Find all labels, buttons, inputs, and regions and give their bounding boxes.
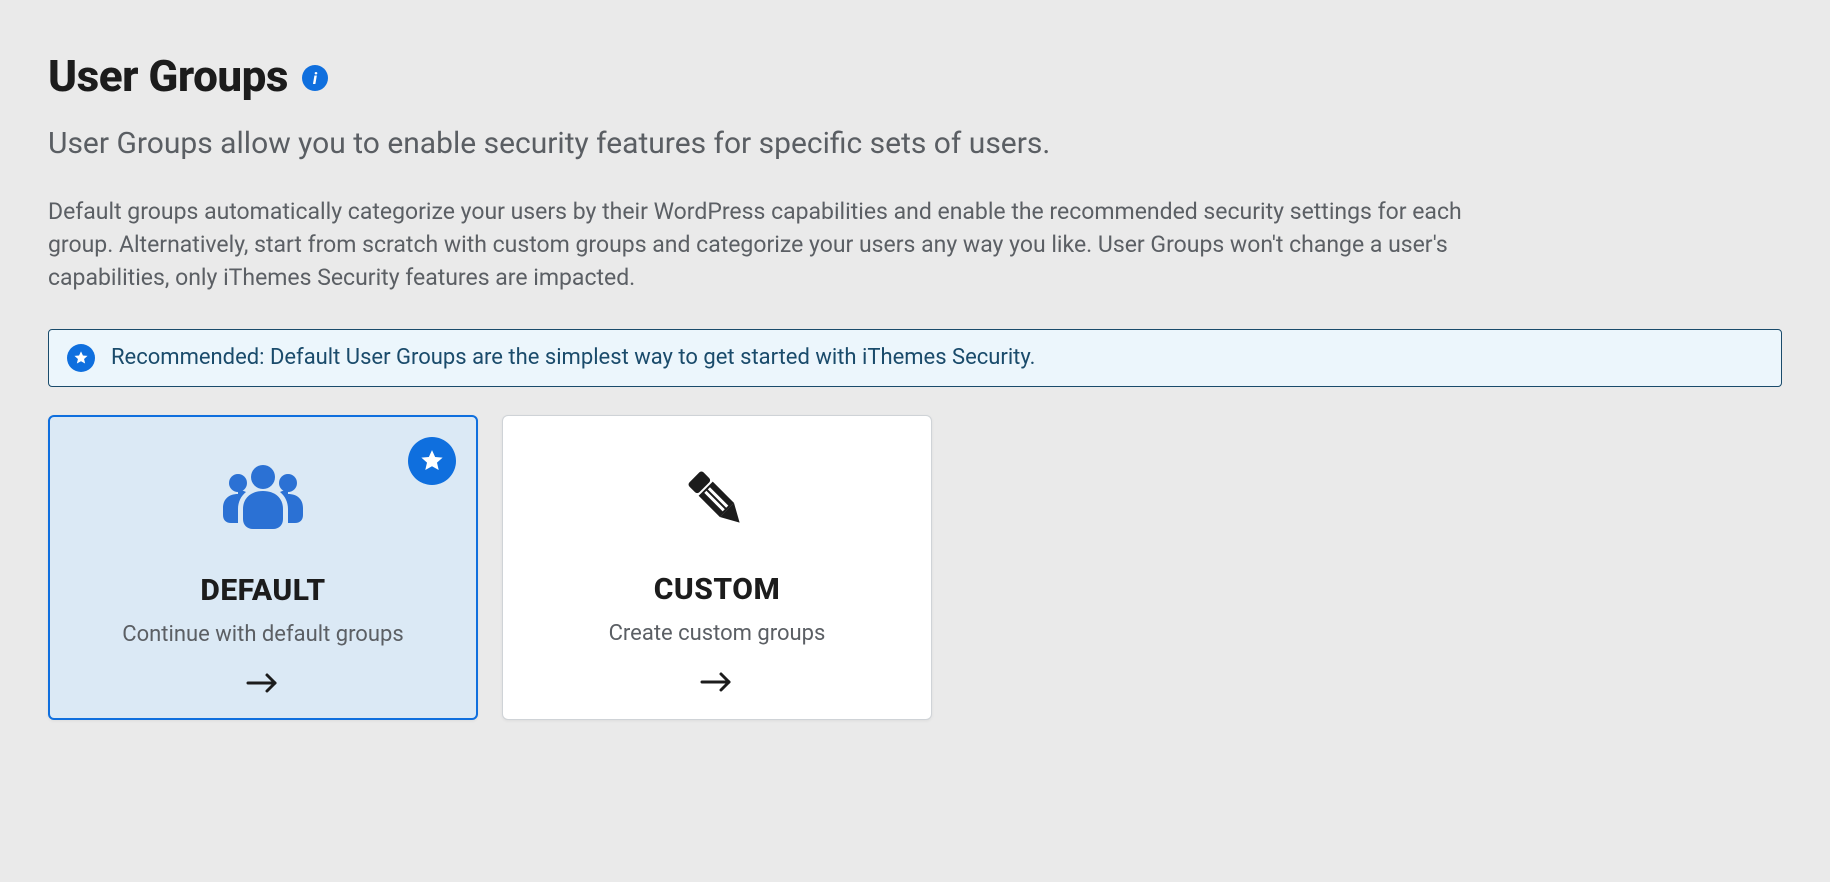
default-card-title: DEFAULT [200,573,325,608]
option-cards: DEFAULT Continue with default groups [48,415,1782,720]
users-group-icon [220,455,306,547]
page-title: User Groups [48,50,288,102]
custom-card-title: CUSTOM [654,572,780,607]
custom-option-card[interactable]: CUSTOM Create custom groups [502,415,932,720]
arrow-right-icon [245,669,281,701]
info-icon[interactable]: i [302,65,328,91]
recommendation-notice: Recommended: Default User Groups are the… [48,329,1782,387]
custom-card-subtitle: Create custom groups [609,621,826,646]
default-option-card[interactable]: DEFAULT Continue with default groups [48,415,478,720]
page-description: Default groups automatically categorize … [48,195,1508,295]
arrow-right-icon [699,668,735,700]
recommended-star-icon [408,437,456,485]
default-card-subtitle: Continue with default groups [122,622,403,647]
pencil-icon [677,454,757,546]
page-subtitle: User Groups allow you to enable security… [48,124,1782,165]
star-icon [67,344,95,372]
header-row: User Groups i [48,50,1782,102]
recommendation-text: Recommended: Default User Groups are the… [111,345,1035,370]
